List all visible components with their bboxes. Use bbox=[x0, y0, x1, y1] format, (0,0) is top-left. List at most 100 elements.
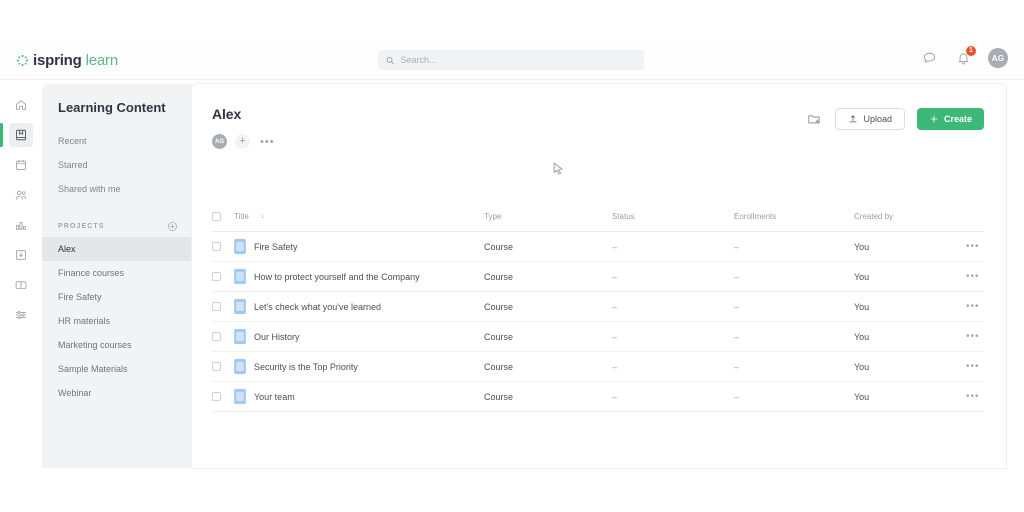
row-actions-cell: ••• bbox=[966, 241, 984, 251]
row-checkbox[interactable] bbox=[212, 392, 221, 401]
table-row[interactable]: Fire Safety Course – – You ••• bbox=[212, 232, 984, 262]
notifications-icon[interactable]: 1 bbox=[954, 46, 976, 67]
row-more-menu-button[interactable]: ••• bbox=[966, 301, 980, 311]
column-header-enrollments[interactable]: Enrollments bbox=[734, 212, 854, 221]
table-row[interactable]: Our History Course – – You ••• bbox=[212, 322, 984, 352]
row-type-cell: Course bbox=[484, 241, 514, 252]
sidebar-project-alex[interactable]: Alex bbox=[42, 237, 192, 261]
folder-plus-icon bbox=[808, 115, 821, 124]
select-all-checkbox[interactable] bbox=[212, 212, 221, 221]
row-title-label: Your team bbox=[254, 391, 295, 402]
row-title-cell: How to protect yourself and the Company bbox=[234, 269, 484, 284]
sidebar-project-sample-materials[interactable]: Sample Materials bbox=[42, 357, 192, 381]
ispring-learn-app: ispring learn 1 AG bbox=[0, 0, 1024, 512]
create-button-label: Create bbox=[943, 114, 972, 124]
project-members-row: AG + ••• bbox=[212, 134, 982, 149]
row-checkbox[interactable] bbox=[212, 272, 221, 281]
sidebar-project-label: Alex bbox=[58, 244, 76, 254]
table-row[interactable]: How to protect yourself and the Company … bbox=[212, 262, 984, 292]
column-header-status[interactable]: Status bbox=[612, 212, 734, 221]
course-document-icon bbox=[234, 299, 246, 314]
column-enrollments-label: Enrollments bbox=[734, 212, 777, 221]
rail-item-home[interactable] bbox=[0, 90, 42, 120]
content-panel: Alex AG + ••• Upload Create Title ↓ Type… bbox=[192, 84, 1006, 468]
calendar-icon bbox=[9, 153, 33, 177]
sidebar-item-starred[interactable]: Starred bbox=[42, 153, 192, 177]
row-checkbox[interactable] bbox=[212, 242, 221, 251]
library-book-icon bbox=[9, 123, 33, 147]
row-created-by-cell: You bbox=[854, 361, 870, 372]
row-more-menu-button[interactable]: ••• bbox=[966, 361, 980, 371]
user-avatar[interactable]: AG bbox=[988, 48, 1008, 68]
search-input[interactable] bbox=[400, 50, 636, 70]
sidebar-item-shared-with-me[interactable]: Shared with me bbox=[42, 177, 192, 201]
sidebar-item-label: Shared with me bbox=[58, 184, 121, 194]
rail-item-calendar[interactable] bbox=[0, 150, 42, 180]
row-actions-cell: ••• bbox=[966, 331, 984, 341]
column-title-label: Title bbox=[234, 212, 249, 221]
row-checkbox[interactable] bbox=[212, 302, 221, 311]
row-more-menu-button[interactable]: ••• bbox=[966, 391, 980, 401]
row-title-cell: Security is the Top Priority bbox=[234, 359, 484, 374]
chat-icon[interactable] bbox=[920, 49, 938, 67]
course-document-icon bbox=[234, 359, 246, 374]
course-document-icon bbox=[234, 329, 246, 344]
row-title-label: How to protect yourself and the Company bbox=[254, 271, 420, 282]
rail-item-knowledge-base[interactable] bbox=[0, 270, 42, 300]
search-box[interactable] bbox=[378, 50, 644, 70]
sidebar-item-recent[interactable]: Recent bbox=[42, 129, 192, 153]
create-button[interactable]: Create bbox=[916, 108, 984, 130]
rail-item-certificates[interactable] bbox=[0, 240, 42, 270]
row-title-cell: Our History bbox=[234, 329, 484, 344]
row-status-cell: – bbox=[612, 331, 618, 342]
column-type-label: Type bbox=[484, 212, 502, 221]
row-more-menu-button[interactable]: ••• bbox=[966, 241, 980, 251]
add-project-icon[interactable] bbox=[167, 221, 178, 232]
open-book-icon bbox=[9, 273, 33, 297]
row-title-cell: Fire Safety bbox=[234, 239, 484, 254]
sidebar-project-fire-safety[interactable]: Fire Safety bbox=[42, 285, 192, 309]
sidebar-project-finance-courses[interactable]: Finance courses bbox=[42, 261, 192, 285]
row-title-cell: Let's check what you've learned bbox=[234, 299, 484, 314]
row-type-cell: Course bbox=[484, 301, 514, 312]
row-more-menu-button[interactable]: ••• bbox=[966, 331, 980, 341]
row-created-by-cell: You bbox=[854, 331, 870, 342]
sidebar-project-hr-materials[interactable]: HR materials bbox=[42, 309, 192, 333]
rail-item-learning-content[interactable] bbox=[0, 120, 42, 150]
table-header-row: Title ↓ Type Status Enrollments Created … bbox=[212, 202, 984, 232]
sidebar-project-label: Marketing courses bbox=[58, 340, 132, 350]
project-more-button[interactable]: ••• bbox=[258, 136, 277, 147]
icon-rail bbox=[0, 80, 42, 468]
row-checkbox[interactable] bbox=[212, 332, 221, 341]
notification-badge: 1 bbox=[966, 46, 976, 56]
project-owner-avatar[interactable]: AG bbox=[212, 134, 227, 149]
left-sidebar-panel: Learning Content Recent Starred Shared w… bbox=[42, 84, 192, 468]
sidebar-project-marketing-courses[interactable]: Marketing courses bbox=[42, 333, 192, 357]
table-row[interactable]: Security is the Top Priority Course – – … bbox=[212, 352, 984, 382]
rail-item-reports[interactable] bbox=[0, 210, 42, 240]
rail-item-settings[interactable] bbox=[0, 300, 42, 330]
row-type-cell: Course bbox=[484, 271, 514, 282]
column-header-title[interactable]: Title ↓ bbox=[234, 212, 484, 221]
add-member-button[interactable]: + bbox=[235, 134, 250, 149]
content-table: Title ↓ Type Status Enrollments Created … bbox=[212, 202, 984, 412]
home-icon bbox=[9, 93, 33, 117]
sidebar-project-webinar[interactable]: Webinar bbox=[42, 381, 192, 405]
row-select-cell bbox=[212, 272, 234, 281]
sidebar-item-label: Recent bbox=[58, 136, 87, 146]
table-row[interactable]: Your team Course – – You ••• bbox=[212, 382, 984, 412]
upload-button[interactable]: Upload bbox=[835, 108, 905, 130]
rail-item-users[interactable] bbox=[0, 180, 42, 210]
table-row[interactable]: Let's check what you've learned Course –… bbox=[212, 292, 984, 322]
row-select-cell bbox=[212, 392, 234, 401]
column-header-type[interactable]: Type bbox=[484, 212, 612, 221]
content-header: Alex AG + ••• Upload Create bbox=[192, 84, 1006, 149]
row-more-menu-button[interactable]: ••• bbox=[966, 271, 980, 281]
app-logo[interactable]: ispring learn bbox=[16, 52, 118, 69]
column-header-created-by[interactable]: Created by bbox=[854, 212, 966, 221]
row-title-cell: Your team bbox=[234, 389, 484, 404]
new-folder-button[interactable] bbox=[805, 110, 823, 128]
row-checkbox[interactable] bbox=[212, 362, 221, 371]
column-created-by-label: Created by bbox=[854, 212, 894, 221]
course-document-icon bbox=[234, 389, 246, 404]
